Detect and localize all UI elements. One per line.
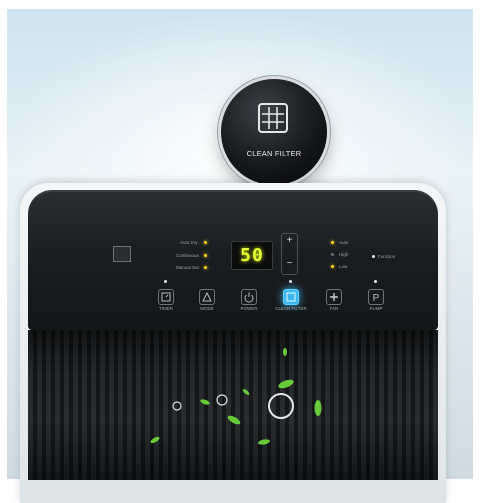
swirl-icon: [216, 394, 228, 406]
airflow-leaves: [150, 348, 322, 445]
leaf-icon: [242, 389, 250, 395]
leaf-icon: [258, 439, 270, 445]
leaf-icon: [283, 348, 287, 356]
leaf-icon: [200, 399, 210, 405]
leaf-icon: [314, 400, 322, 416]
swirl-icon: [172, 401, 182, 411]
leaf-icon: [150, 436, 160, 444]
leaf-icon: [227, 415, 241, 425]
leaf-icon: [278, 379, 294, 389]
